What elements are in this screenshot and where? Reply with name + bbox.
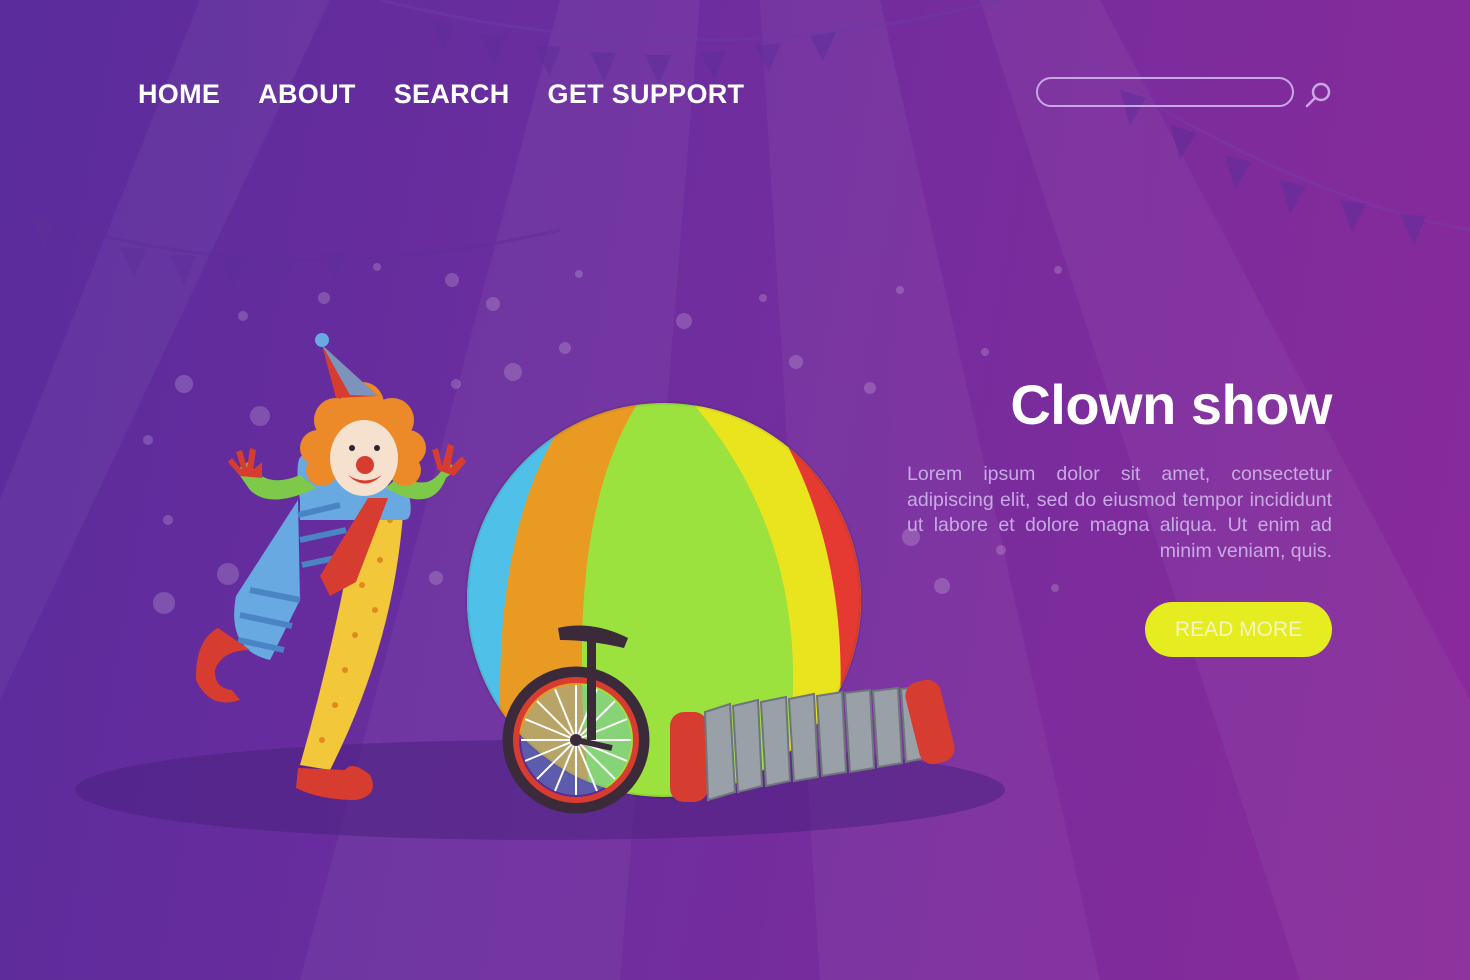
read-more-button[interactable]: READ MORE xyxy=(1145,602,1332,657)
clown-icon xyxy=(195,333,466,800)
main-nav: HOME ABOUT SEARCH GET SUPPORT xyxy=(138,76,744,112)
nav-search-link[interactable]: SEARCH xyxy=(394,76,510,112)
hero-description: Lorem ipsum dolor sit amet, consectetur … xyxy=(907,463,1332,563)
nav-home-link[interactable]: HOME xyxy=(138,76,220,112)
search-icon[interactable] xyxy=(1304,80,1334,110)
nav-about-link[interactable]: ABOUT xyxy=(258,76,356,112)
page-title: Clown show xyxy=(1010,373,1332,436)
nav-get-support-link[interactable]: GET SUPPORT xyxy=(548,76,745,112)
search-input[interactable] xyxy=(1036,77,1294,107)
